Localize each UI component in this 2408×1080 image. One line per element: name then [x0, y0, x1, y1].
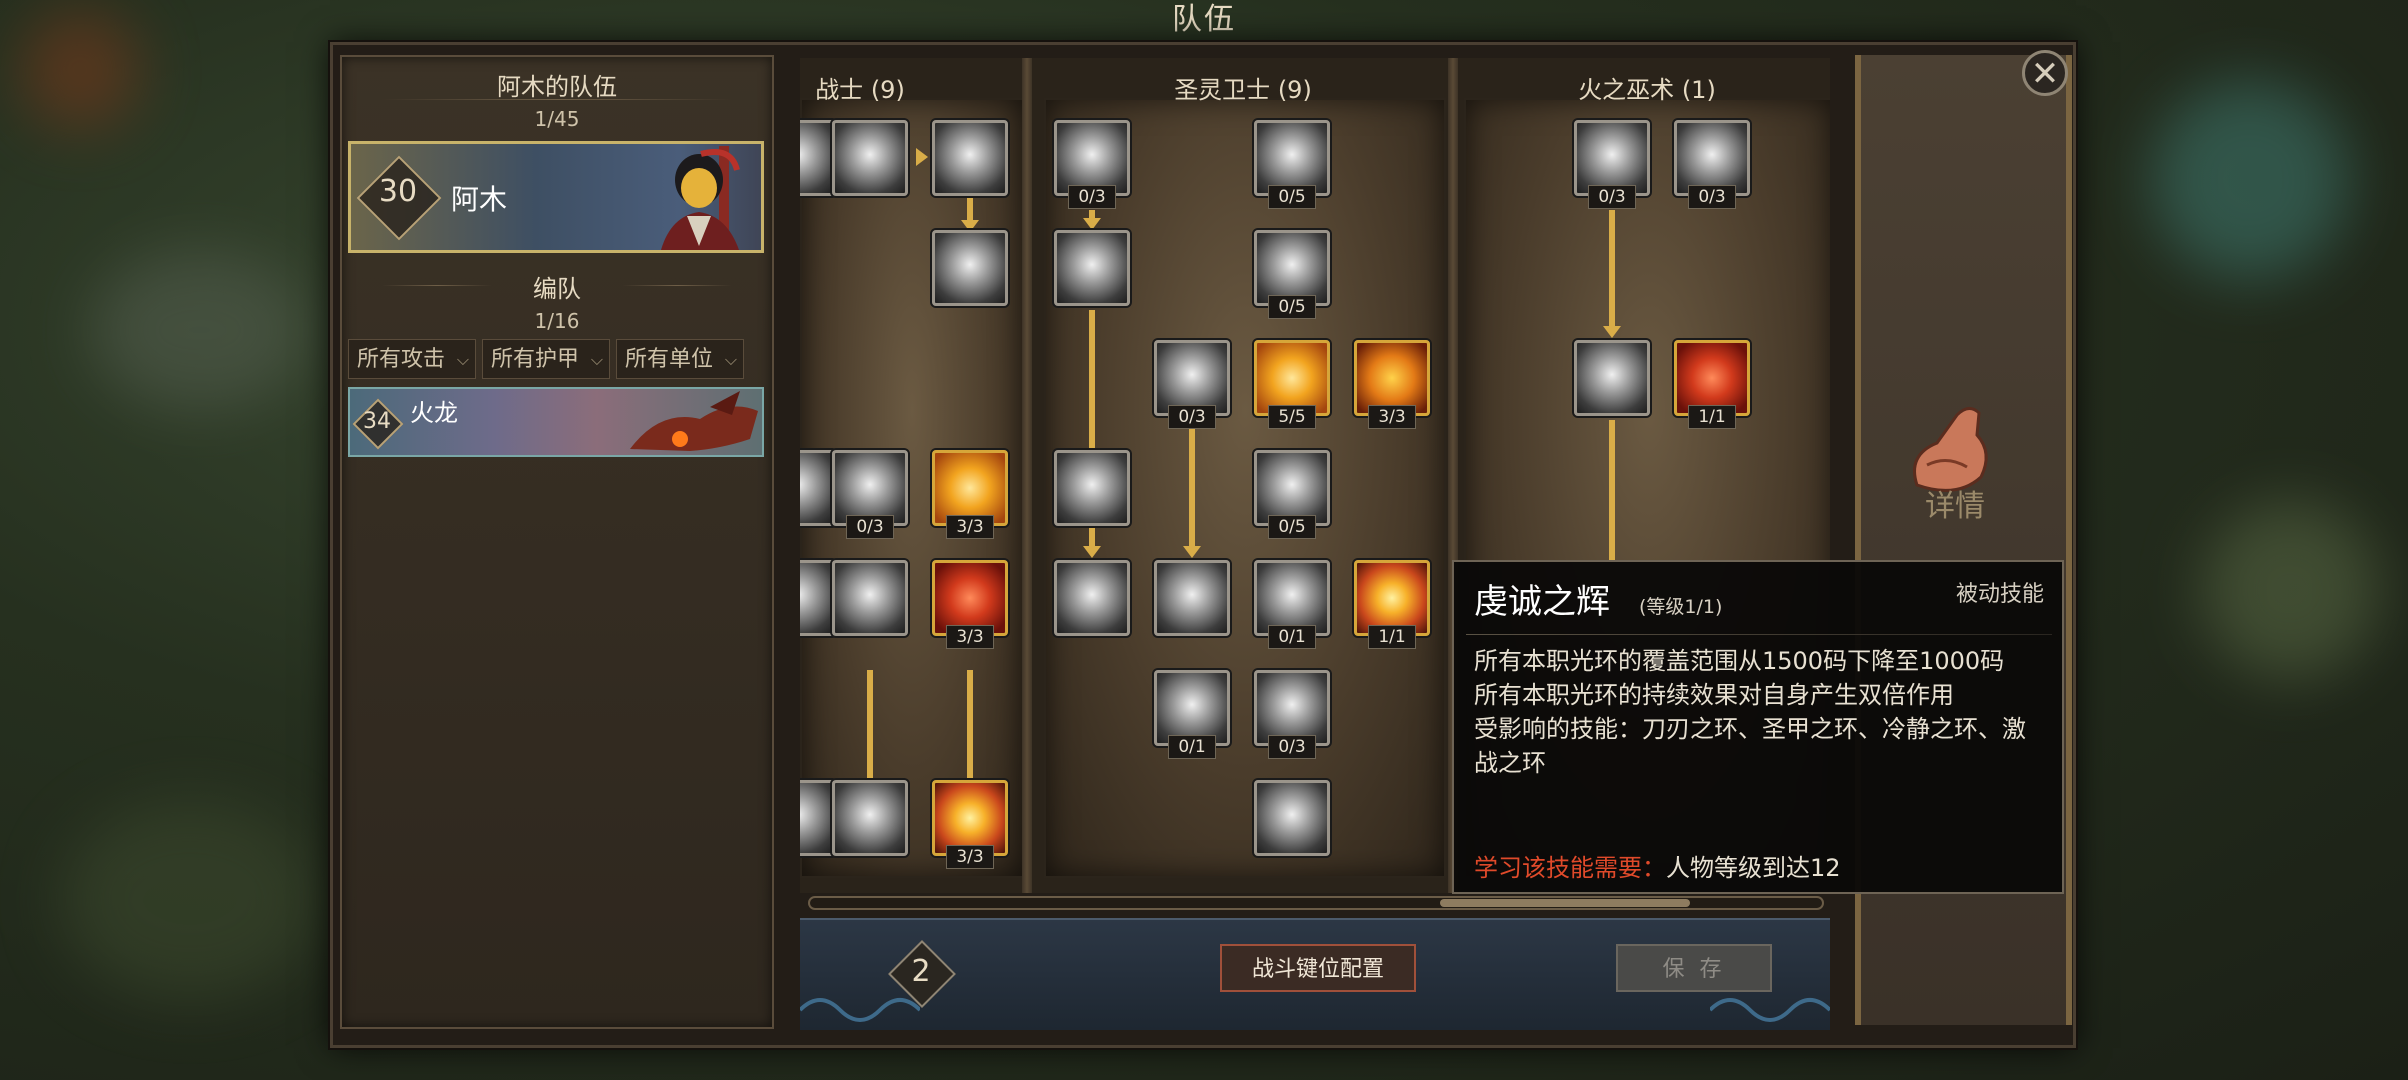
filter-attack-label: 所有攻击	[357, 347, 446, 372]
details-label[interactable]: 详情	[1895, 481, 2015, 525]
unit-level: 34	[363, 409, 391, 434]
skill-warrior-lion[interactable]	[932, 230, 1008, 306]
hero-level: 30	[378, 174, 418, 209]
wave-decoration	[800, 998, 920, 1022]
skill-rank: 1/1	[1688, 405, 1736, 429]
skill-rank: 0/3	[1268, 735, 1316, 759]
skill-rank: 1/1	[1368, 625, 1416, 649]
chevron-down-icon: ⌵	[724, 350, 737, 369]
team-panel: 阿木的队伍 1/45 30 阿木 编队 1/16 所有攻击 ⌵ 所有护甲 ⌵ 所有单…	[340, 55, 774, 1029]
skill-rank: 0/3	[1588, 185, 1636, 209]
skill-warrior-burst[interactable]	[832, 120, 908, 196]
hero-card[interactable]: 30 阿木	[348, 141, 764, 253]
skill-tooltip: 虔诚之辉 (等级1/1) 被动技能 所有本职光环的覆盖范围从1500码下降至10…	[1452, 560, 2064, 894]
column-paladin-title: 圣灵卫士 (9)	[1174, 76, 1312, 104]
skill-warrior-edge-4[interactable]	[800, 780, 836, 856]
scrollbar-thumb[interactable]	[1440, 899, 1690, 907]
skill-fire-inferno[interactable]: 1/1	[1674, 340, 1750, 429]
skill-paladin-chain[interactable]	[1054, 450, 1130, 526]
chevron-down-icon: ⌵	[590, 350, 603, 369]
wave-decoration	[1710, 998, 1830, 1022]
skill-warrior-rage[interactable]: 3/3	[932, 560, 1008, 649]
skill-rank: 0/5	[1268, 185, 1316, 209]
tooltip-description: 所有本职光环的覆盖范围从1500码下降至1000码 所有本职光环的持续效果对自身…	[1474, 644, 2049, 780]
skill-paladin-tome[interactable]	[1054, 230, 1130, 306]
bottom-bar: 2 战斗键位配置 保 存	[800, 918, 1830, 1030]
skill-paladin-fist[interactable]: 5/5	[1254, 340, 1330, 429]
tooltip-requirement: 学习该技能需要：人物等级到达12	[1474, 848, 1841, 883]
filter-armor[interactable]: 所有护甲 ⌵	[482, 339, 610, 379]
skill-fire-tower[interactable]: 0/3	[1674, 120, 1750, 209]
filter-attack[interactable]: 所有攻击 ⌵	[348, 339, 476, 379]
tooltip-line-3: 受影响的技能：刀刃之环、圣甲之环、冷静之环、激战之环	[1474, 715, 2026, 777]
skill-rank: 3/3	[946, 515, 994, 539]
skill-paladin-vortex[interactable]: 0/1	[1154, 670, 1230, 759]
skill-warrior-fury[interactable]: 3/3	[932, 780, 1008, 869]
skill-warrior-edge-2[interactable]	[800, 450, 836, 526]
skill-paladin-slash[interactable]	[1254, 780, 1330, 856]
skill-paladin-nova[interactable]	[1154, 560, 1230, 636]
skill-rank: 0/5	[1268, 515, 1316, 539]
formation-title: 编队	[533, 275, 581, 303]
skill-warrior-whirlwind[interactable]	[932, 120, 1008, 196]
team-count: 1/45	[534, 107, 580, 131]
hero-portrait	[661, 146, 740, 250]
skill-rank: 5/5	[1268, 405, 1316, 429]
skill-rank: 0/3	[1688, 185, 1736, 209]
screen-title: 队伍	[1172, 2, 1236, 37]
skill-rank: 0/1	[1168, 735, 1216, 759]
skill-warrior-slash[interactable]: 3/3	[932, 450, 1008, 539]
skill-warrior-claw[interactable]: 0/3	[832, 450, 908, 539]
skill-rank: 0/3	[846, 515, 894, 539]
keybind-config-button[interactable]: 战斗键位配置	[1220, 944, 1416, 992]
skill-paladin-strike[interactable]: 0/5	[1254, 450, 1330, 539]
unit-card[interactable]: 34 火龙	[348, 387, 764, 457]
skill-paladin-blades[interactable]: 0/3	[1054, 120, 1130, 209]
requirement-label: 学习该技能需要：	[1474, 854, 1666, 882]
column-divider	[1022, 58, 1032, 893]
skill-paladin-sword[interactable]: 0/1	[1254, 560, 1330, 649]
unit-name: 火龙	[410, 399, 458, 427]
skill-paladin-aegis[interactable]: 3/3	[1354, 340, 1430, 429]
close-icon: ✕	[2030, 54, 2060, 94]
skill-warrior-hammer[interactable]	[832, 560, 908, 636]
skill-rank: 0/3	[1168, 405, 1216, 429]
skill-scrollbar[interactable]	[808, 896, 1824, 910]
skill-rank: 3/3	[946, 625, 994, 649]
skill-warrior-edge-3[interactable]	[800, 560, 836, 636]
requirement-value: 人物等级到达12	[1666, 854, 1841, 882]
skill-rank: 3/3	[946, 845, 994, 869]
skill-paladin-radiance[interactable]: 0/3	[1154, 340, 1230, 429]
filter-unit[interactable]: 所有单位 ⌵	[616, 339, 744, 379]
tooltip-line-1: 所有本职光环的覆盖范围从1500码下降至1000码	[1474, 647, 2005, 675]
skill-paladin-shield[interactable]: 0/5	[1254, 230, 1330, 319]
skill-paladin-orbit[interactable]	[1054, 560, 1130, 636]
skill-paladin-smite[interactable]: 0/3	[1254, 670, 1330, 759]
skill-warrior-shout[interactable]	[832, 780, 908, 856]
hero-name: 阿木	[451, 183, 508, 216]
tooltip-title: 虔诚之辉	[1474, 582, 1610, 622]
tooltip-type: 被动技能	[1955, 582, 2044, 607]
team-title: 阿木的队伍	[497, 73, 617, 101]
skill-paladin-devotion[interactable]: 1/1	[1354, 560, 1430, 649]
column-fire-title: 火之巫术 (1)	[1578, 76, 1716, 104]
skill-rank: 0/1	[1268, 625, 1316, 649]
dragon-portrait	[630, 391, 758, 451]
filter-unit-label: 所有单位	[625, 347, 714, 372]
filter-armor-label: 所有护甲	[491, 347, 580, 372]
skill-warrior-edge[interactable]	[800, 120, 836, 196]
column-warrior-title: 战士 (9)	[815, 76, 905, 104]
skill-rank: 0/3	[1068, 185, 1116, 209]
skill-rank: 3/3	[1368, 405, 1416, 429]
chevron-down-icon: ⌵	[456, 350, 469, 369]
skill-rank: 0/5	[1268, 295, 1316, 319]
close-button[interactable]: ✕	[2022, 50, 2068, 96]
skill-fire-spark[interactable]: 0/3	[1574, 120, 1650, 209]
skill-fire-burst[interactable]	[1574, 340, 1650, 416]
skill-paladin-halo[interactable]: 0/5	[1254, 120, 1330, 209]
formation-count: 1/16	[534, 309, 580, 333]
tooltip-level: (等级1/1)	[1639, 596, 1723, 618]
tooltip-line-2: 所有本职光环的持续效果对自身产生双倍作用	[1474, 681, 1954, 709]
